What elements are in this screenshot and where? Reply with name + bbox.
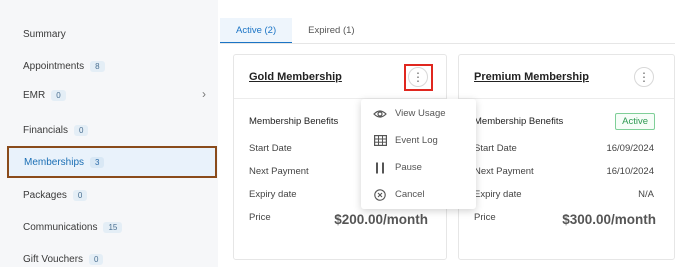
membership-benefits-label: Membership Benefits <box>474 116 564 127</box>
expiry-date-value: N/A <box>638 189 654 200</box>
menu-item-label: View Usage <box>395 108 446 119</box>
start-date-value: 16/09/2024 <box>606 143 654 154</box>
chevron-right-icon: › <box>202 87 206 101</box>
menu-item-view-usage[interactable]: View Usage <box>361 100 476 127</box>
sidebar-item-label: Gift Vouchers <box>23 253 84 265</box>
count-badge: 15 <box>103 221 123 233</box>
sidebar-item-label: Packages <box>23 189 67 201</box>
membership-tabs: Active (2) Expired (1) <box>220 18 371 44</box>
highlight-box <box>404 64 433 91</box>
start-date-label: Start Date <box>474 143 517 154</box>
sidebar-item-memberships[interactable]: Memberships 3 <box>7 146 217 178</box>
pause-icon <box>373 161 387 175</box>
sidebar-item-appointments[interactable]: Appointments 8 <box>8 50 216 82</box>
table-icon <box>373 134 387 148</box>
price-label: Price <box>474 212 496 223</box>
sidebar-item-label: Summary <box>23 28 66 40</box>
price-value: $200.00/month <box>334 212 428 227</box>
sidebar-item-label: Financials <box>23 124 69 136</box>
count-badge: 0 <box>74 124 89 136</box>
tab-expired[interactable]: Expired (1) <box>292 18 370 44</box>
menu-item-cancel[interactable]: Cancel <box>361 181 476 208</box>
menu-item-label: Event Log <box>395 135 438 146</box>
sidebar-item-label: Appointments <box>23 60 85 72</box>
next-payment-label: Next Payment <box>249 166 309 177</box>
price-value: $300.00/month <box>562 212 656 227</box>
sidebar-item-gift-vouchers[interactable]: Gift Vouchers 0 <box>8 243 216 267</box>
sidebar-item-label: Memberships <box>24 156 85 168</box>
sidebar-item-packages[interactable]: Packages 0 <box>8 179 216 211</box>
menu-item-label: Cancel <box>395 189 425 200</box>
sidebar-item-emr[interactable]: EMR 0 › <box>8 79 216 111</box>
tab-active[interactable]: Active (2) <box>220 18 293 44</box>
next-payment-label: Next Payment <box>474 166 534 177</box>
cancel-circle-icon <box>373 188 387 202</box>
price-label: Price <box>249 212 271 223</box>
count-badge: 0 <box>72 189 88 201</box>
sidebar-item-label: Communications <box>23 221 98 233</box>
count-badge: 0 <box>89 253 104 265</box>
card-header: Gold Membership ⋮ <box>234 55 446 99</box>
menu-item-label: Pause <box>395 162 422 173</box>
count-badge: 0 <box>51 89 66 101</box>
sidebar-item-label: EMR <box>23 89 46 101</box>
count-badge: 3 <box>90 156 105 168</box>
sidebar-item-financials[interactable]: Financials 0 <box>8 114 216 146</box>
more-options-button[interactable]: ⋮ <box>634 67 654 87</box>
kebab-icon: ⋮ <box>638 70 650 84</box>
count-badge: 8 <box>90 60 105 72</box>
premium-membership-card: Premium Membership ⋮ Membership Benefits… <box>458 54 675 260</box>
tabs-divider <box>220 43 675 44</box>
menu-item-event-log[interactable]: Event Log <box>361 127 476 154</box>
next-payment-value: 16/10/2024 <box>606 166 654 177</box>
expiry-date-label: Expiry date <box>474 189 522 200</box>
sidebar-item-communications[interactable]: Communications 15 <box>8 211 216 243</box>
expiry-date-label: Expiry date <box>249 189 297 200</box>
membership-title-link[interactable]: Gold Membership <box>249 71 342 83</box>
membership-title-link[interactable]: Premium Membership <box>474 71 589 83</box>
options-dropdown-menu: View Usage Event Log Pause Cancel <box>361 99 476 209</box>
eye-icon <box>373 107 387 121</box>
card-header: Premium Membership ⋮ <box>459 55 674 99</box>
start-date-label: Start Date <box>249 143 292 154</box>
sidebar: Summary Appointments 8 EMR 0 › Financial… <box>0 0 218 267</box>
menu-item-pause[interactable]: Pause <box>361 154 476 181</box>
status-badge: Active <box>615 113 655 130</box>
membership-benefits-label: Membership Benefits <box>249 116 339 127</box>
sidebar-item-summary[interactable]: Summary <box>8 18 216 50</box>
